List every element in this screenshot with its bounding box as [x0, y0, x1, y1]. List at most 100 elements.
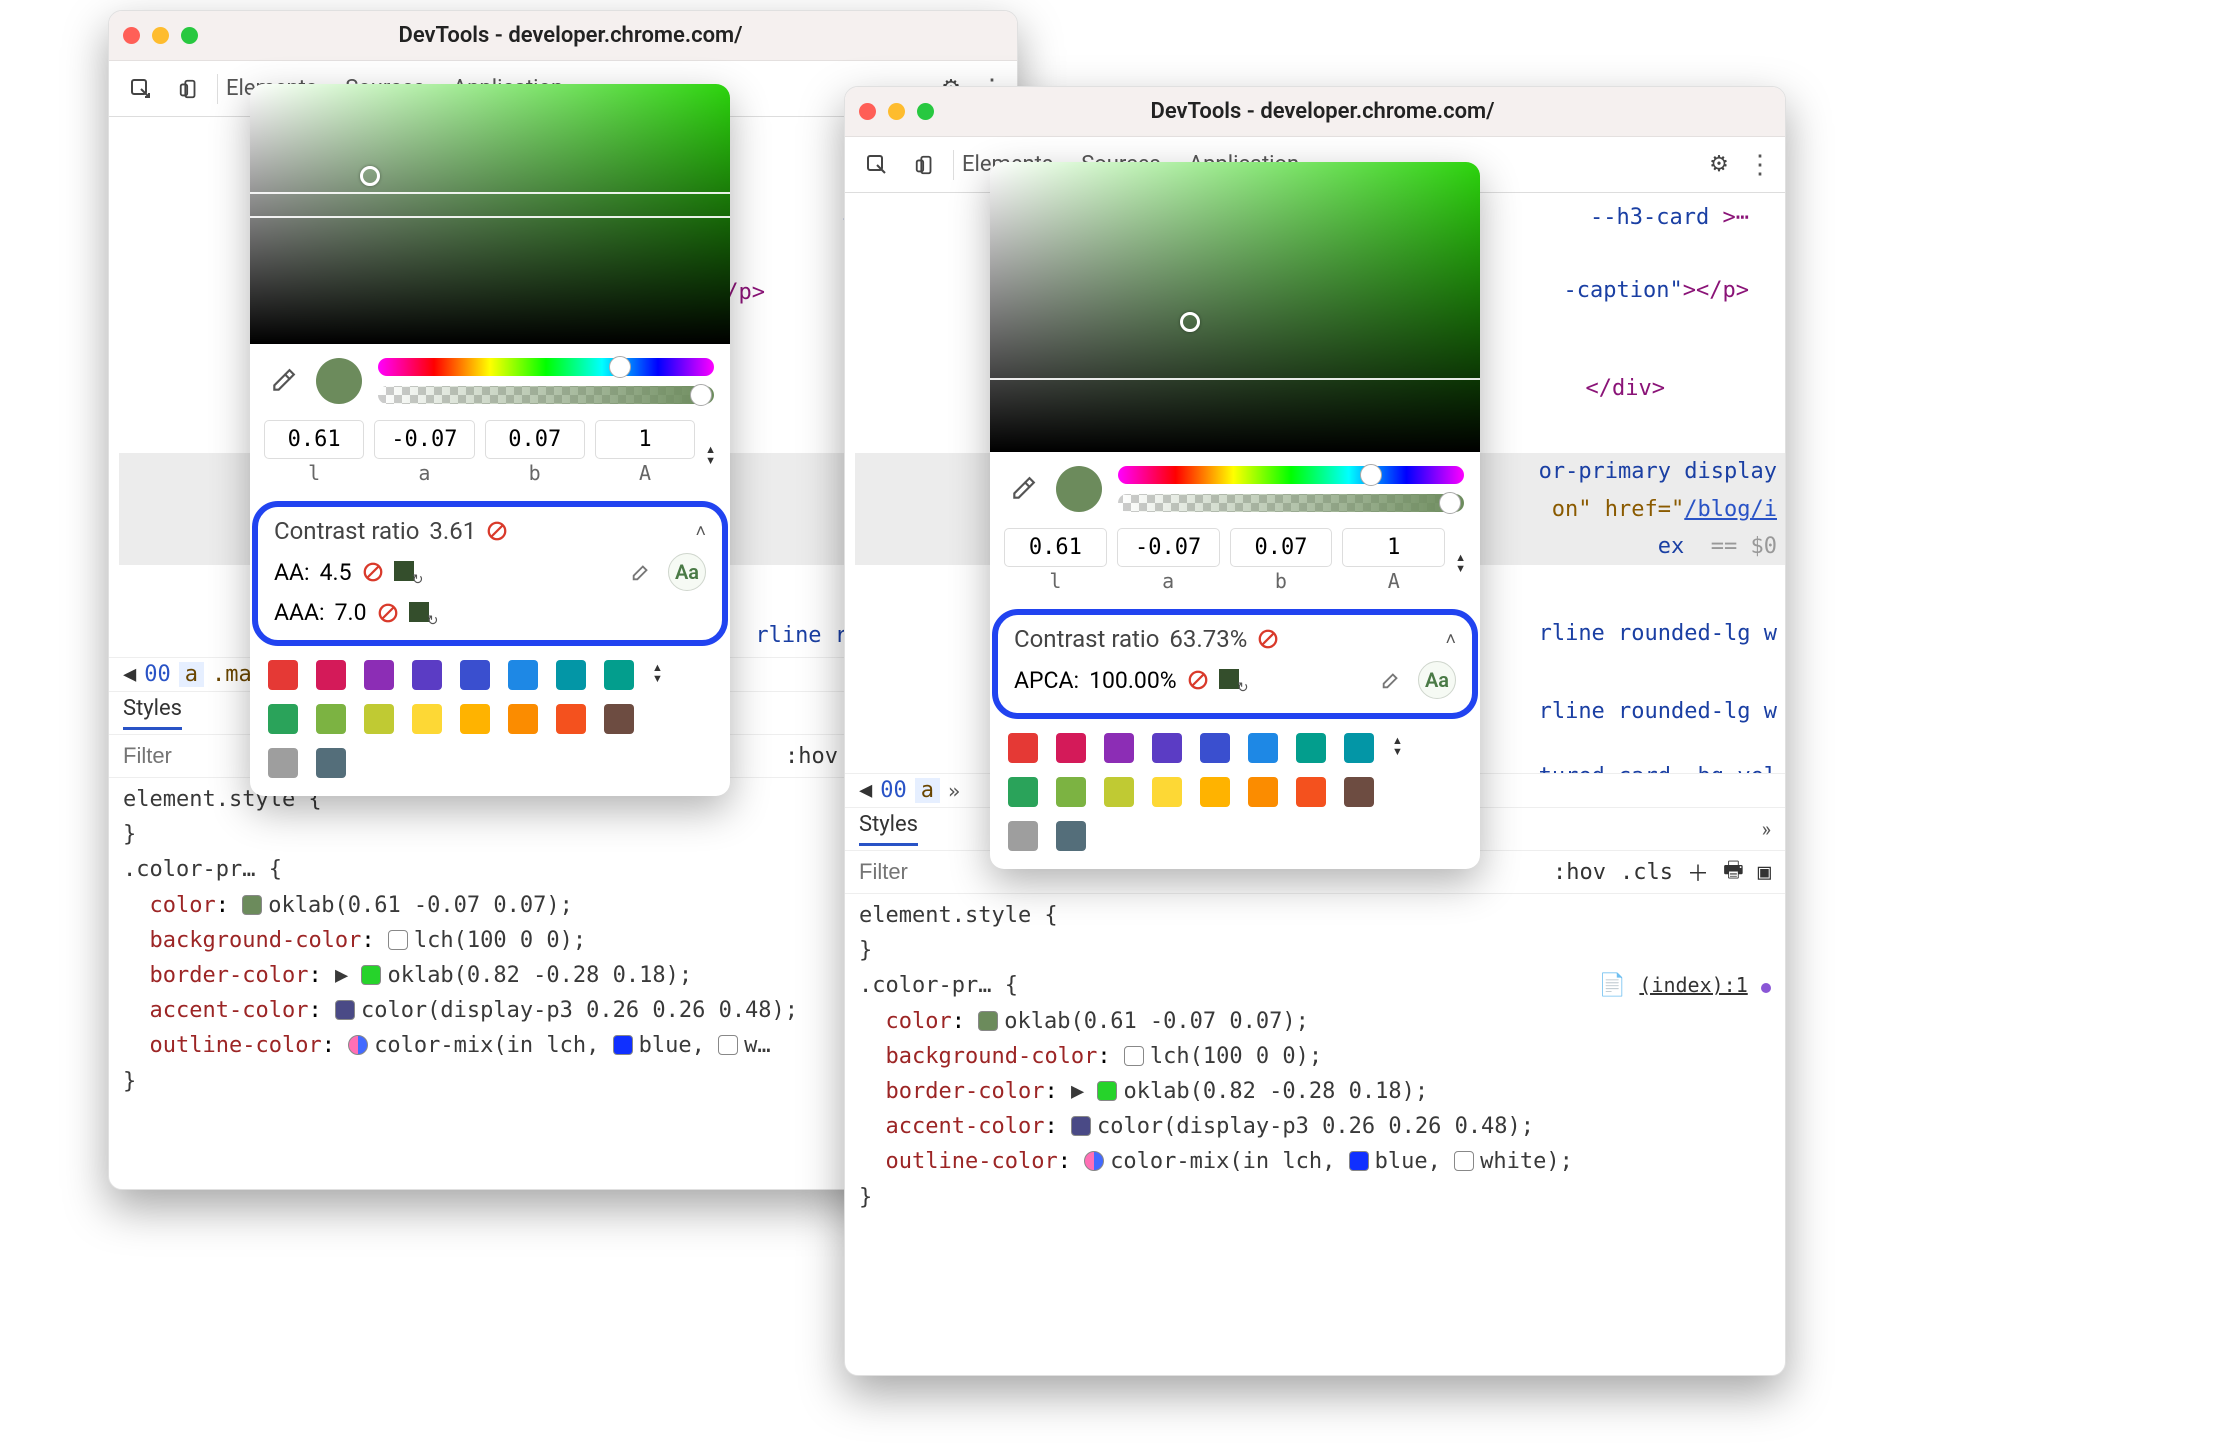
print-icon[interactable]: 🖶 — [1723, 853, 1744, 891]
chevron-left-icon[interactable]: ◀ — [123, 662, 136, 687]
palette-swatch[interactable] — [268, 704, 298, 734]
format-stepper[interactable]: ▲▼ — [705, 440, 716, 466]
layout-icon[interactable]: ▣ — [1758, 860, 1771, 885]
palette-swatch[interactable] — [1152, 733, 1182, 763]
palette-swatch[interactable] — [1344, 777, 1374, 807]
collapse-icon[interactable]: ˄ — [1445, 629, 1456, 650]
color-swatch-icon[interactable] — [335, 1000, 355, 1020]
palette-swatch[interactable] — [460, 704, 490, 734]
alpha-slider[interactable] — [1118, 494, 1464, 512]
a-input[interactable] — [374, 420, 474, 459]
color-swatch-icon[interactable] — [978, 1011, 998, 1031]
color-swatch-icon[interactable] — [1124, 1046, 1144, 1066]
hue-slider[interactable] — [378, 358, 714, 376]
palette-swatch[interactable] — [1200, 777, 1230, 807]
palette-swatch[interactable] — [268, 660, 298, 690]
palette-stepper[interactable]: ▲▼ — [652, 656, 673, 684]
palette-stepper[interactable]: ▲▼ — [1392, 729, 1413, 757]
palette-swatch[interactable] — [1056, 777, 1086, 807]
palette-swatch[interactable] — [316, 748, 346, 778]
suggest-fix-icon[interactable] — [1219, 669, 1247, 691]
tab-styles[interactable]: Styles — [859, 812, 918, 846]
href-link[interactable]: /blog/i — [1684, 497, 1777, 522]
palette-swatch[interactable] — [1296, 777, 1326, 807]
format-stepper[interactable]: ▲▼ — [1455, 548, 1466, 574]
palette-swatch[interactable] — [604, 704, 634, 734]
palette-swatch[interactable] — [1008, 821, 1038, 851]
color-mix-icon[interactable] — [1084, 1151, 1104, 1171]
hue-slider[interactable] — [1118, 466, 1464, 484]
palette-swatch[interactable] — [412, 704, 442, 734]
collapse-icon[interactable]: ˄ — [695, 521, 706, 542]
tab-styles[interactable]: Styles — [123, 696, 182, 730]
eyedropper-icon[interactable] — [1006, 472, 1040, 506]
device-icon[interactable] — [905, 145, 945, 185]
maximize-icon[interactable] — [181, 27, 198, 44]
color-swatch-icon[interactable] — [1454, 1151, 1474, 1171]
palette-swatch[interactable] — [1248, 777, 1278, 807]
color-swatch-icon[interactable] — [1071, 1116, 1091, 1136]
palette-swatch[interactable] — [1248, 733, 1278, 763]
breadcrumb-a-item[interactable]: a — [179, 662, 204, 687]
suggest-fix-icon[interactable] — [394, 561, 422, 583]
palette-swatch[interactable] — [556, 660, 586, 690]
alpha-slider[interactable] — [378, 386, 714, 404]
color-swatch-icon[interactable] — [388, 930, 408, 950]
palette-swatch[interactable] — [364, 704, 394, 734]
source-location[interactable]: 📄 (index):1 — [1599, 968, 1771, 1003]
palette-swatch[interactable] — [508, 660, 538, 690]
minimize-icon[interactable] — [888, 103, 905, 120]
hover-toggle[interactable]: :hov — [1553, 860, 1606, 885]
palette-swatch[interactable] — [1104, 777, 1134, 807]
inspect-icon[interactable] — [857, 145, 897, 185]
color-mix-icon[interactable] — [348, 1035, 368, 1055]
palette-swatch[interactable] — [1296, 733, 1326, 763]
add-rule-icon[interactable]: ＋ — [1687, 856, 1709, 888]
palette-swatch[interactable] — [1344, 733, 1374, 763]
filter-input[interactable] — [123, 743, 263, 769]
palette-swatch[interactable] — [1104, 733, 1134, 763]
palette-swatch[interactable] — [1200, 733, 1230, 763]
palette-swatch[interactable] — [268, 748, 298, 778]
kebab-icon[interactable]: ⋮ — [1747, 150, 1773, 180]
color-swatch-icon[interactable] — [718, 1035, 738, 1055]
inspect-icon[interactable] — [121, 69, 161, 109]
palette-swatch[interactable] — [1152, 777, 1182, 807]
palette-swatch[interactable] — [1056, 733, 1086, 763]
palette-swatch[interactable] — [412, 660, 442, 690]
palette-swatch[interactable] — [604, 660, 634, 690]
breadcrumb-num[interactable]: 00 — [144, 662, 171, 687]
l-input[interactable] — [264, 420, 364, 459]
color-spectrum[interactable] — [250, 84, 730, 344]
hover-toggle[interactable]: :hov — [785, 744, 838, 769]
color-swatch-icon[interactable] — [613, 1035, 633, 1055]
bg-eyedropper-icon[interactable] — [624, 555, 658, 589]
more-tabs-icon[interactable]: » — [1762, 817, 1771, 841]
chevron-left-icon[interactable]: ◀ — [859, 778, 872, 803]
palette-swatch[interactable] — [556, 704, 586, 734]
palette-swatch[interactable] — [508, 704, 538, 734]
cls-toggle[interactable]: .cls — [1620, 860, 1673, 885]
palette-swatch[interactable] — [1008, 777, 1038, 807]
bg-eyedropper-icon[interactable] — [1374, 663, 1408, 697]
palette-swatch[interactable] — [316, 704, 346, 734]
color-swatch-icon[interactable] — [1349, 1151, 1369, 1171]
alpha-input[interactable] — [1342, 528, 1445, 567]
l-input[interactable] — [1004, 528, 1107, 567]
breadcrumb-a-item[interactable]: a — [915, 778, 940, 803]
close-icon[interactable] — [859, 103, 876, 120]
more-crumbs-icon[interactable]: » — [948, 779, 960, 803]
maximize-icon[interactable] — [917, 103, 934, 120]
b-input[interactable] — [1230, 528, 1333, 567]
color-swatch-icon[interactable] — [361, 965, 381, 985]
color-spectrum[interactable] — [990, 162, 1480, 452]
minimize-icon[interactable] — [152, 27, 169, 44]
gear-icon[interactable]: ⚙ — [1699, 145, 1739, 185]
a-input[interactable] — [1117, 528, 1220, 567]
palette-swatch[interactable] — [1056, 821, 1086, 851]
suggest-fix-icon[interactable] — [409, 602, 437, 624]
breadcrumb-num[interactable]: 00 — [880, 778, 907, 803]
palette-swatch[interactable] — [364, 660, 394, 690]
eyedropper-icon[interactable] — [266, 364, 300, 398]
alpha-input[interactable] — [595, 420, 695, 459]
